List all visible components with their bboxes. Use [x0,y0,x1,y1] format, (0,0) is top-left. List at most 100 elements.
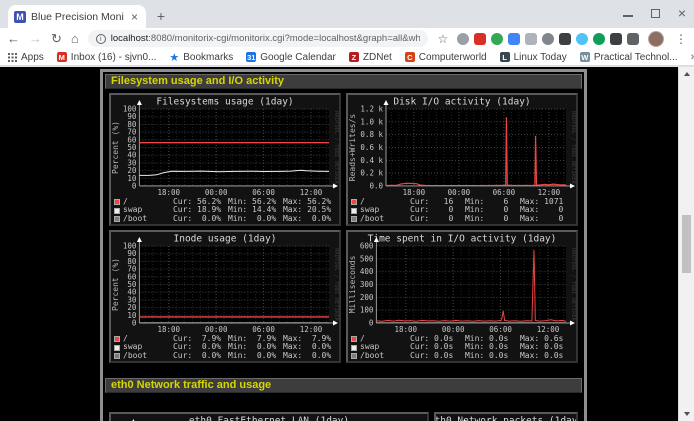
bookmark-favicon-icon: Z [349,52,359,62]
y-tick-label: 500 [360,254,374,263]
scroll-up-arrow[interactable] [679,67,694,81]
y-tick-label: 20 [127,166,137,175]
y-tick-label: 50 [127,280,137,289]
bookmark-item[interactable]: LLinux Today [500,51,567,64]
y-tick-label: 40 [127,151,137,160]
forward-icon[interactable]: → [29,30,42,48]
y-tick-label: 80 [127,120,137,129]
bookmarks-overflow-chevron[interactable]: » [691,51,694,63]
globe-icon[interactable] [491,33,503,45]
y-tick-label: 60 [127,135,137,144]
mail-icon[interactable] [474,33,486,45]
card-icon[interactable] [525,33,537,45]
legend-swatch [114,208,120,214]
home-icon[interactable]: ⌂ [71,30,79,48]
x-tick-label: 12:00 [538,188,561,197]
y-axis-label: Percent (%) [111,121,120,174]
io-time-plot: Time spent in I/O activity (1day) Millise… [348,232,576,335]
scrollbar-thumb[interactable] [682,215,691,273]
y-tick-label: 70 [127,128,137,137]
y-axis-label: Milliseconds [348,255,357,313]
graph-eth0-lan[interactable]: eth0 FastEthernet LAN (1day)1.00.9 [109,412,429,421]
address-bar[interactable]: i localhost:8080/monitorix-cgi/monitorix… [88,30,429,47]
bookmark-item[interactable]: W Practical Technol... [580,51,678,64]
playlist-icon[interactable] [627,33,639,45]
graph-filesystems-usage[interactable]: Filesystems usage (1day)Percent (%)01020… [109,93,341,226]
y-tick-label: 20 [127,303,137,312]
monitorix-favicon-icon: M [14,11,26,23]
minimize-button[interactable] [623,15,633,17]
tab-strip: M Blue Precision Monitorix × + × [0,0,694,28]
url-text: localhost:8080/monitorix-cgi/monitorix.c… [111,33,421,44]
bookmark-item[interactable]: CComputerworld [405,51,487,64]
reload-icon[interactable]: ↻ [51,30,62,48]
bookmark-item[interactable]: MInbox (16) - sjvn0... [57,51,157,64]
vertical-scrollbar[interactable] [678,67,694,421]
legend-max: Max: 0.0s [520,352,575,360]
browser-window: M Blue Precision Monitorix × + × ← → ↻ ⌂… [0,0,694,421]
close-window-button[interactable]: × [678,8,686,18]
maximize-button[interactable] [651,9,660,18]
screenshot-icon[interactable] [559,33,571,45]
y-tick-label: 100 [123,242,137,251]
browser-menu-icon[interactable]: ⋮ [673,32,687,46]
browser-toolbar: ← → ↻ ⌂ i localhost:8080/monitorix-cgi/m… [0,28,694,49]
legend-cur: Cur: 0.0% [173,352,228,360]
legend-swatch [351,208,357,214]
bookmark-item[interactable]: ZZDNet [349,51,392,64]
bookmarks-bar: Apps MInbox (16) - sjvn0... ★Bookmarks 31G… [0,49,694,66]
y-axis-label: Percent (%) [111,258,120,311]
x-tick-label: 06:00 [252,325,275,334]
graph-io-time[interactable]: Time spent in I/O activity (1day) Millise… [346,230,578,363]
info-icon[interactable]: i [96,34,106,44]
graph-disk-io[interactable]: Disk I/O activity (1day)Reads+Writes/s0.… [346,93,578,226]
scroll-down-arrow[interactable] [679,407,694,421]
y-axis-arrow-icon [384,100,389,105]
y-tick-label: 10 [127,311,137,320]
legend-cur: Cur: 0 [410,215,465,223]
copy-icon[interactable] [508,33,520,45]
bookmark-favicon-icon: 31 [246,52,256,62]
graph-eth0-packets[interactable]: eth0 Network packets (1day)Packets/s1.0 [434,412,578,421]
y-tick-label: 1.0 k [360,117,383,126]
chart-title: eth0 Network packets (1day) [436,416,576,421]
tab-close-icon[interactable]: × [129,10,140,24]
section-header-network: eth0 Network traffic and usage [105,378,582,393]
chart-legend: /Cur: 0.0sMin: 0.0sMax: 0.6sswapCur: 0.0… [351,335,575,360]
bookmark-favicon-icon: W [580,52,590,62]
x-tick-label: 18:00 [157,325,180,334]
profile-avatar[interactable] [648,31,664,47]
bookmark-label: Practical Technol... [594,52,678,63]
chat-icon[interactable] [576,33,588,45]
legend-max: Max: 0.0% [283,215,338,223]
pin-icon[interactable] [610,33,622,45]
browser-tab[interactable]: M Blue Precision Monitorix × [8,5,146,28]
eye-icon[interactable] [542,33,554,45]
rrdtool-watermark: RRDTOOL / TOBI OETIKER [333,111,339,185]
inode-plot: Inode usage (1day)Percent (%)01020304050… [111,232,339,335]
graph-inode-usage[interactable]: Inode usage (1day)Percent (%)01020304050… [109,230,341,363]
y-tick-label: 0.0 [369,182,383,191]
y-axis-arrow-icon [137,100,142,105]
bookmark-items: MInbox (16) - sjvn0... ★Bookmarks 31Google… [57,51,678,64]
back-icon[interactable]: ← [7,30,20,48]
legend-row: /bootCur: 0.0sMin: 0.0sMax: 0.0s [351,352,575,360]
legend-row: /bootCur: 0.0%Min: 0.0%Max: 0.0% [114,352,338,360]
new-tab-button[interactable]: + [152,7,170,25]
search-icon[interactable] [457,33,469,45]
bookmark-favicon-icon: M [57,52,67,62]
apps-shortcut[interactable]: Apps [8,52,44,63]
bookmark-item[interactable]: ★Bookmarks [169,51,233,64]
legend-min: Min: 0 [465,215,520,223]
bookmark-item[interactable]: 31Google Calendar [246,51,336,64]
url-rest: :8080/monitorix-cgi/monitorix.cgi?mode=l… [148,33,420,44]
x-axis-arrow-icon [333,321,338,326]
bookmark-star-icon[interactable]: ☆ [437,32,448,46]
legend-cur: Cur: 0.0% [173,215,228,223]
y-tick-label: 30 [127,158,137,167]
y-axis-label: Reads+Writes/s [348,114,357,182]
chart-title: Time spent in I/O activity (1day) [368,234,557,245]
green-circle-icon[interactable] [593,33,605,45]
y-tick-label: 60 [127,272,137,281]
y-tick-label: 0.6 k [360,143,383,152]
